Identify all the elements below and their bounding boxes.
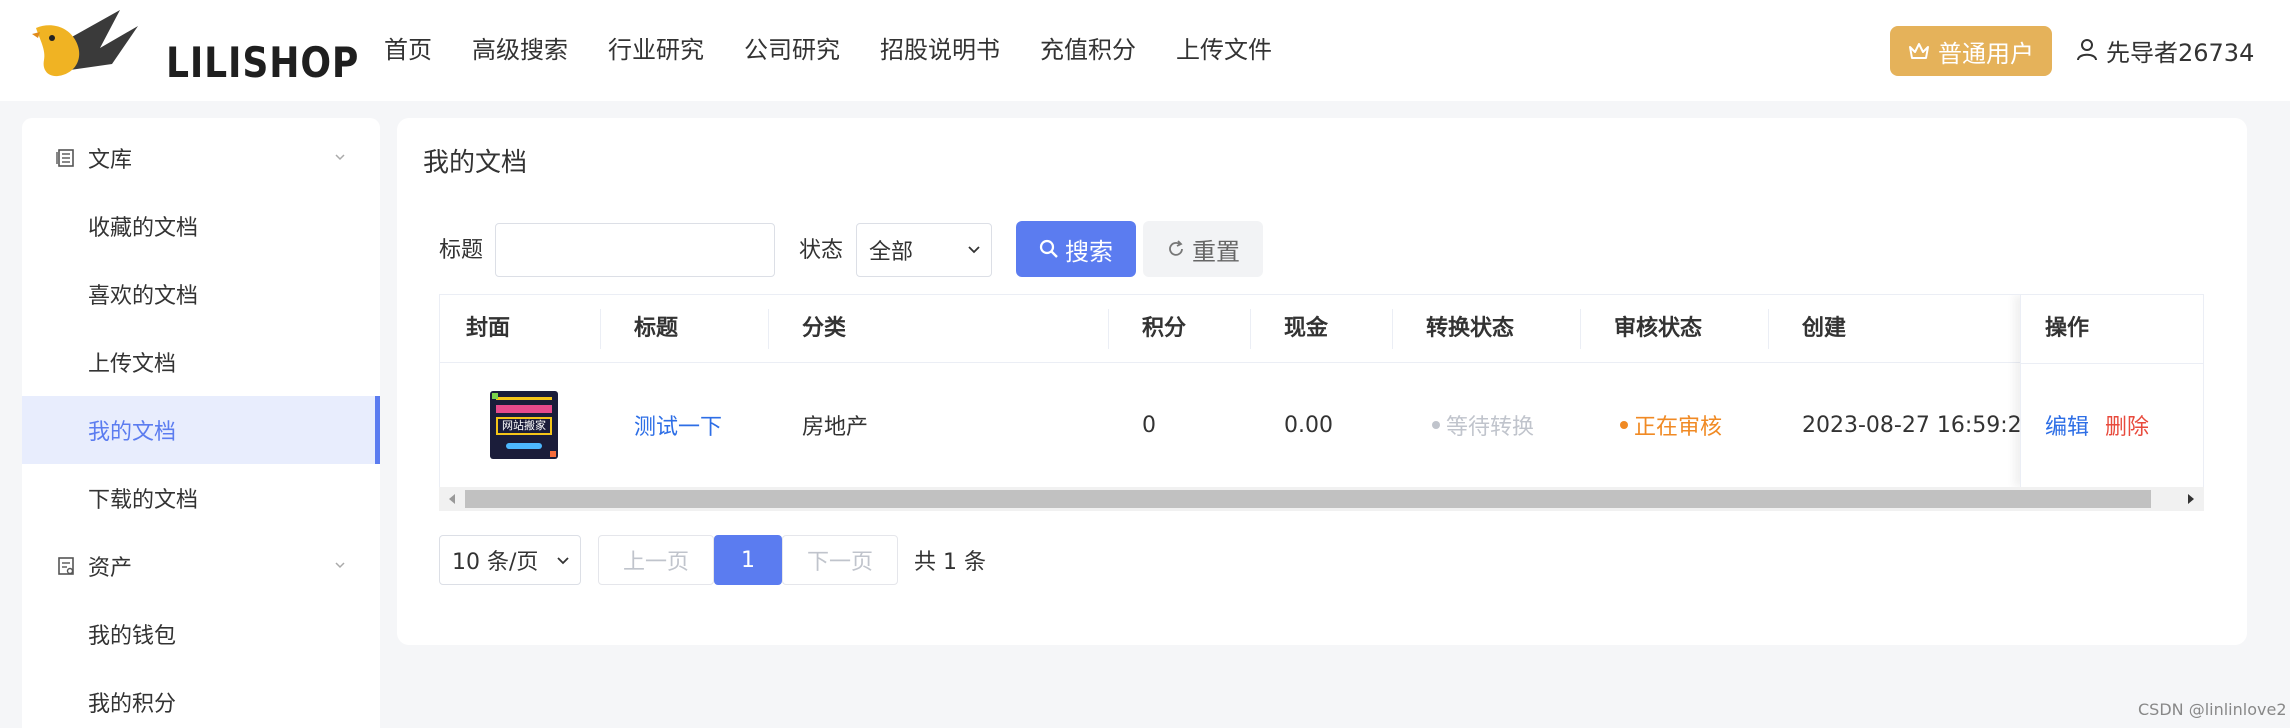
chevron-down-icon [557, 557, 569, 565]
col-separator [1768, 309, 1769, 349]
reset-button-label: 重置 [1192, 237, 1240, 266]
title-filter-label: 标题 [439, 238, 484, 263]
status-dot-icon [1620, 421, 1628, 429]
site-logo[interactable]: LILISHOP [30, 8, 358, 88]
search-icon [1039, 239, 1058, 258]
col-separator [600, 309, 601, 349]
status-select[interactable]: 全部 [856, 223, 992, 277]
points-cell: 0 [1142, 412, 1156, 438]
page-title: 我的文档 [423, 148, 528, 178]
nav-advanced-search[interactable]: 高级搜索 [472, 30, 568, 70]
cash-cell: 0.00 [1284, 412, 1333, 438]
scroll-left-icon[interactable] [447, 493, 457, 505]
category-cell: 房地产 [802, 415, 869, 440]
sidebar-item-points[interactable]: 我的积分 [22, 668, 380, 728]
cover-cell: 网站搬家 [490, 363, 558, 487]
chevron-down-icon [335, 154, 345, 161]
col-actions: 操作 [2045, 316, 2090, 341]
nav-company-research[interactable]: 公司研究 [744, 30, 840, 70]
edit-link[interactable]: 编辑 [2045, 409, 2089, 441]
col-points: 积分 [1142, 316, 1187, 341]
total-count: 共 1 条 [914, 550, 986, 575]
watermark: CSDN @linlinlove2 [2138, 700, 2287, 719]
sidebar-group-label: 文库 [88, 148, 133, 173]
status-select-value: 全部 [869, 240, 914, 265]
scroll-right-icon[interactable] [2186, 493, 2196, 505]
documents-table: 封面 标题 分类 积分 现金 转换状态 审核状态 创建 网站搬家 测试一下 房地… [439, 294, 2204, 494]
col-separator [1392, 309, 1393, 349]
vip-badge-button[interactable]: 普通用户 [1890, 26, 2052, 76]
main-nav: 首页 高级搜索 行业研究 公司研究 招股说明书 充值积分 上传文件 [384, 30, 1312, 70]
search-button[interactable]: 搜索 [1016, 221, 1136, 277]
cover-text: 网站搬家 [496, 417, 552, 435]
table-row: 网站搬家 测试一下 房地产 0 0.00 等待转换 正在审核 2023-08-2… [440, 363, 2203, 487]
status-dot-icon [1432, 421, 1440, 429]
nav-upload-file[interactable]: 上传文件 [1176, 30, 1272, 70]
review-status-text: 正在审核 [1634, 415, 1723, 440]
sidebar-item-my-docs[interactable]: 我的文档 [22, 396, 380, 464]
prev-page-button[interactable]: 上一页 [598, 535, 714, 585]
page-size-select[interactable]: 10 条/页 [439, 535, 581, 585]
next-page-button[interactable]: 下一页 [782, 535, 898, 585]
sidebar-group-label: 资产 [88, 556, 133, 581]
col-separator [1108, 309, 1109, 349]
top-header: LILISHOP 首页 高级搜索 行业研究 公司研究 招股说明书 充值积分 上传… [0, 0, 2290, 101]
review-status-cell: 正在审核 [1620, 363, 1722, 487]
convert-status-cell: 等待转换 [1432, 363, 1534, 487]
sidebar-group-assets[interactable]: 资产 [22, 532, 380, 600]
logo-text: LILISHOP [166, 38, 360, 87]
scrollbar-thumb[interactable] [465, 490, 2151, 508]
reset-button[interactable]: 重置 [1143, 221, 1263, 277]
sidebar-item-favorites[interactable]: 收藏的文档 [22, 192, 380, 260]
crown-icon [1909, 43, 1929, 59]
actions-cell: 编辑 删除 [2045, 363, 2149, 487]
page-size-value: 10 条/页 [452, 550, 539, 575]
library-icon [56, 149, 74, 167]
sidebar-group-library[interactable]: 文库 [22, 124, 380, 192]
user-name: 先导者26734 [2106, 38, 2255, 67]
table-header: 封面 标题 分类 积分 现金 转换状态 审核状态 创建 [440, 295, 2203, 363]
chevron-down-icon [968, 246, 980, 254]
col-separator [768, 309, 769, 349]
created-cell: 2023-08-27 16:59:24 [1802, 412, 2036, 438]
col-cash: 现金 [1284, 316, 1329, 341]
sidebar: 文库 收藏的文档 喜欢的文档 上传文档 我的文档 下载的文档 资产 我的钱包 我… [22, 118, 380, 728]
main-card: 我的文档 标题 状态 全部 搜索 重置 封面 标题 分类 积分 现金 转换状态 … [397, 118, 2247, 645]
title-search-input[interactable] [495, 223, 775, 277]
table-horizontal-scrollbar[interactable] [439, 487, 2204, 511]
sidebar-item-downloads[interactable]: 下载的文档 [22, 464, 380, 532]
col-review-status: 审核状态 [1614, 316, 1703, 341]
sidebar-item-upload[interactable]: 上传文档 [22, 328, 380, 396]
nav-industry-research[interactable]: 行业研究 [608, 30, 704, 70]
user-menu[interactable]: 先导者26734 [2076, 30, 2254, 70]
nav-recharge-points[interactable]: 充值积分 [1040, 30, 1136, 70]
col-separator [1580, 309, 1581, 349]
convert-status-text: 等待转换 [1446, 415, 1535, 440]
refresh-icon [1169, 240, 1183, 256]
document-cover-image[interactable]: 网站搬家 [490, 391, 558, 459]
col-created: 创建 [1802, 316, 1847, 341]
col-separator [1250, 309, 1251, 349]
nav-prospectus[interactable]: 招股说明书 [880, 30, 1000, 70]
actions-fixed-column: 操作 编辑 删除 [2020, 295, 2203, 487]
col-convert-status: 转换状态 [1426, 316, 1515, 341]
sidebar-item-wallet[interactable]: 我的钱包 [22, 600, 380, 668]
assets-icon [58, 557, 74, 575]
sidebar-item-liked[interactable]: 喜欢的文档 [22, 260, 380, 328]
page-1-button[interactable]: 1 [714, 535, 782, 585]
user-icon [2077, 39, 2097, 61]
delete-link[interactable]: 删除 [2105, 409, 2149, 441]
vip-label: 普通用户 [1938, 39, 2034, 68]
nav-home[interactable]: 首页 [384, 30, 432, 70]
col-title: 标题 [634, 316, 679, 341]
chevron-down-icon [335, 562, 345, 569]
document-title-link[interactable]: 测试一下 [634, 363, 722, 487]
search-button-label: 搜索 [1065, 237, 1113, 266]
col-cover: 封面 [466, 316, 511, 341]
bird-logo-icon [32, 10, 138, 77]
col-category: 分类 [802, 316, 847, 341]
status-filter-label: 状态 [799, 238, 844, 263]
